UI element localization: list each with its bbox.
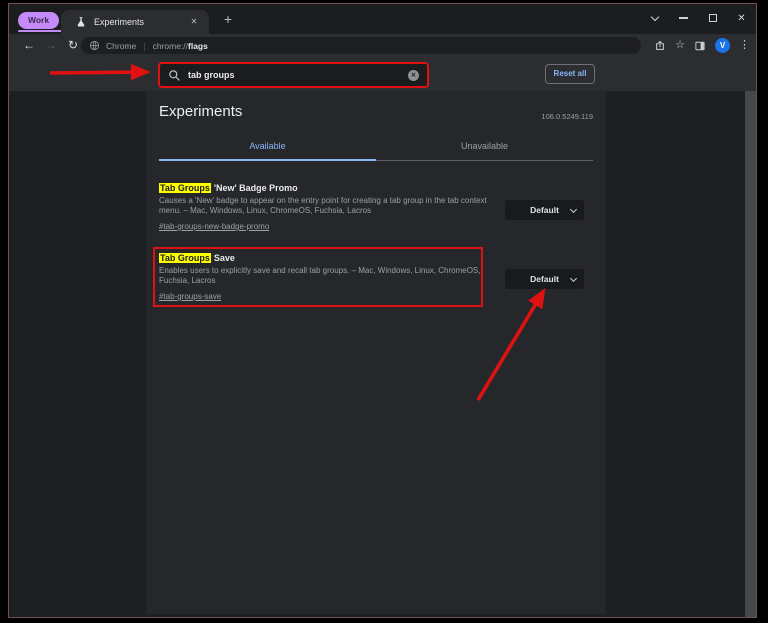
search-input[interactable]: [188, 70, 408, 80]
toolbar-right-icons: ☆ V ⋮: [654, 34, 750, 57]
forward-button[interactable]: →: [41, 34, 61, 57]
flags-page: Experiments 106.0.5249.119 Available Una…: [9, 91, 756, 617]
minimize-icon: [679, 17, 688, 19]
share-icon[interactable]: [654, 40, 666, 52]
chrome-version: 106.0.5249.119: [541, 112, 593, 121]
reload-button[interactable]: ↻: [63, 34, 83, 57]
tab-search-button[interactable]: [640, 4, 669, 32]
experiment-description: Causes a 'New' badge to appear on the en…: [159, 196, 495, 216]
experiments-panel: Experiments 106.0.5249.119 Available Una…: [146, 91, 606, 614]
minimize-button[interactable]: [669, 4, 698, 32]
maximize-icon: [709, 14, 717, 22]
tab-available[interactable]: Available: [159, 141, 376, 151]
search-match-highlight: Tab Groups: [159, 183, 211, 193]
window-controls: ✕: [640, 4, 756, 32]
back-button[interactable]: ←: [19, 34, 39, 57]
experiment-title: Tab GroupsSave: [159, 253, 593, 263]
experiment-title-rest: Save: [214, 253, 235, 263]
tab-strip: Work Experiments ✕ + ✕: [9, 4, 756, 34]
browser-window: Work Experiments ✕ + ✕ ← → ↻: [8, 3, 757, 618]
search-match-highlight: Tab Groups: [159, 253, 211, 263]
inactive-tab-underline: [376, 160, 593, 161]
url-page: flags: [188, 41, 208, 51]
page-title: Experiments: [159, 103, 242, 120]
close-window-button[interactable]: ✕: [727, 4, 756, 32]
side-panel-icon[interactable]: [694, 40, 706, 52]
flask-icon: [75, 16, 87, 28]
address-bar[interactable]: Chrome | chrome:// flags: [81, 37, 641, 54]
screenshot-stage: Work Experiments ✕ + ✕ ← → ↻: [0, 0, 768, 623]
search-icon: [168, 69, 181, 82]
globe-icon: [89, 40, 100, 51]
tab-unavailable[interactable]: Unavailable: [376, 141, 593, 151]
clear-search-icon[interactable]: ✕: [408, 70, 419, 81]
url-scheme: chrome://: [153, 41, 188, 51]
menu-icon[interactable]: ⋮: [739, 34, 750, 57]
profile-avatar[interactable]: V: [715, 38, 730, 53]
scrollbar[interactable]: [745, 91, 756, 617]
experiment-title: Tab Groups'New' Badge Promo: [159, 183, 593, 193]
reset-all-button[interactable]: Reset all: [545, 64, 595, 84]
url-separator: |: [143, 41, 145, 51]
tab-close-icon[interactable]: ✕: [187, 10, 201, 34]
browser-toolbar: ← → ↻ Chrome | chrome:// flags ☆: [9, 34, 756, 57]
bookmark-star-icon[interactable]: ☆: [675, 34, 685, 57]
experiment-description: Enables users to explicitly save and rec…: [159, 266, 495, 286]
tab-title: Experiments: [94, 10, 144, 34]
experiment-title-rest: 'New' Badge Promo: [214, 183, 298, 193]
experiment-select[interactable]: Default: [505, 269, 584, 289]
maximize-button[interactable]: [698, 4, 727, 32]
flags-search-bar: ✕ Reset all: [9, 57, 756, 91]
experiment-permalink[interactable]: #tab-groups-new-badge-promo: [159, 222, 269, 231]
tab-experiments[interactable]: Experiments ✕: [61, 10, 209, 34]
url-site-label: Chrome: [106, 41, 136, 51]
new-tab-button[interactable]: +: [216, 6, 240, 32]
active-tab-underline: [159, 159, 376, 161]
experiment-select[interactable]: Default: [505, 200, 584, 220]
flags-search-box[interactable]: ✕: [158, 62, 429, 88]
tab-group-underline: [18, 30, 66, 32]
chevron-down-icon: [650, 12, 658, 20]
experiment-permalink[interactable]: #tab-groups-save: [159, 292, 221, 301]
tab-group-label[interactable]: Work: [18, 12, 59, 29]
